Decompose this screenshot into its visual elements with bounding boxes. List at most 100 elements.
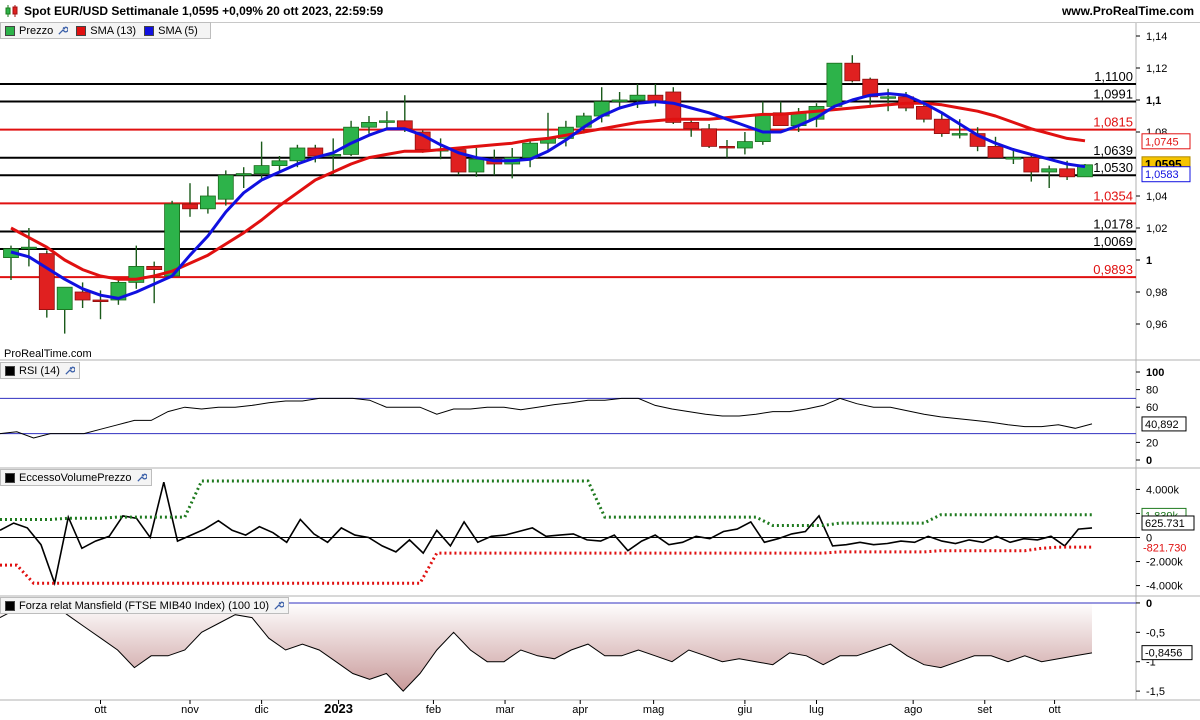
legend-swatch (144, 25, 155, 36)
chart-title: Spot EUR/USD Settimanale 1,0595 +0,09% 2… (24, 4, 384, 18)
legend-label: Prezzo (19, 24, 54, 37)
rsi-line (0, 397, 1093, 439)
legend-label: SMA (13) (90, 24, 137, 37)
y-tick-label: -0,5 (1146, 627, 1165, 639)
x-tick-label: set (977, 704, 992, 716)
x-tick-label: mag (643, 704, 664, 716)
level-label: 1,0069 (1093, 234, 1133, 249)
x-tick-label: dic (255, 704, 270, 716)
candle (128, 245, 145, 289)
level-label: 1,0178 (1093, 217, 1133, 232)
y-tick-label: 20 (1146, 437, 1158, 449)
candle-body (56, 286, 73, 311)
x-tick-label: 2023 (324, 701, 353, 716)
mansfield-badge-text: -0,8456 (1145, 648, 1182, 660)
candle (826, 62, 843, 108)
candle-body (1059, 168, 1075, 178)
candle-body (826, 62, 843, 107)
candle-body (199, 195, 216, 210)
price-badge-text: 1,0583 (1145, 169, 1179, 181)
candle-body (933, 118, 950, 134)
candle-body (611, 99, 628, 103)
y-tick-label: -4.000k (1146, 581, 1183, 593)
rsi-legend[interactable]: RSI (14) (0, 362, 80, 379)
candle-body (754, 114, 771, 143)
candle-body (737, 141, 753, 149)
y-tick-label: 80 (1146, 385, 1158, 397)
volume-legend[interactable]: EccessoVolumePrezzo (0, 469, 152, 486)
legend-item-sma5[interactable]: SMA (5) (144, 25, 198, 37)
candle (235, 167, 252, 188)
y-tick-label: 0 (1146, 455, 1152, 467)
wrench-icon[interactable] (136, 472, 147, 483)
candle (38, 250, 55, 318)
y-tick-label: 1,02 (1146, 223, 1167, 235)
legend-swatch (5, 365, 15, 376)
x-tick-label: ott (1048, 704, 1060, 716)
candle-body (164, 203, 181, 277)
x-tick-label: nov (181, 704, 199, 716)
wrench-icon[interactable] (64, 365, 75, 376)
candle (217, 170, 234, 206)
candle-body (880, 96, 896, 99)
candle-body (182, 203, 198, 210)
y-tick-label: 0,96 (1146, 319, 1167, 331)
x-tick-label: ago (904, 704, 922, 716)
legend-swatch (5, 25, 15, 36)
candle-body (361, 122, 377, 128)
upper-threshold-line (0, 479, 1092, 527)
candle (683, 119, 700, 137)
candle (522, 140, 538, 168)
candle-body (629, 94, 646, 101)
candle-body (378, 120, 395, 123)
candle (199, 186, 216, 214)
candle-body (74, 291, 91, 301)
mansfield-panel[interactable] (0, 601, 1136, 692)
candle (182, 183, 198, 217)
candle (1023, 154, 1040, 182)
y-tick-label: 0,98 (1146, 287, 1167, 299)
y-tick-label: 4.000k (1146, 484, 1180, 496)
mansfield-legend[interactable]: Forza relat Mansfield (FTSE MIB40 Index)… (0, 597, 290, 614)
level-label: 1,0991 (1093, 86, 1133, 101)
candle (540, 112, 556, 150)
price-legend[interactable]: Prezzo SMA (13) SMA (5) (0, 22, 211, 39)
candle-body (1041, 168, 1058, 173)
level-label: 1,0639 (1093, 143, 1133, 158)
candle (1041, 165, 1058, 188)
candle-body (951, 133, 968, 136)
candle (3, 245, 19, 280)
candle-body (38, 253, 55, 311)
legend-swatch (5, 472, 15, 483)
candle (343, 120, 360, 156)
x-tick-label: apr (572, 704, 588, 716)
x-tick-label: feb (426, 704, 441, 716)
legend-item-price[interactable]: Prezzo (5, 24, 69, 37)
level-label: 1,1100 (1094, 69, 1133, 84)
volume-excess-line (0, 482, 1093, 587)
x-tick-label: mar (496, 704, 515, 716)
candle (754, 101, 771, 145)
candle (844, 55, 861, 83)
mansfield-area (0, 601, 1092, 692)
candle (504, 148, 521, 179)
candle (110, 279, 127, 305)
volume-panel[interactable] (0, 479, 1136, 587)
legend-item-sma13[interactable]: SMA (13) (76, 25, 136, 37)
rsi-badge-text: 40,892 (1145, 419, 1179, 431)
candle-body (271, 160, 288, 167)
wrench-icon[interactable] (57, 25, 69, 36)
candle (719, 140, 735, 158)
candle-body (701, 128, 717, 147)
site-link[interactable]: www.ProRealTime.com (1062, 4, 1194, 18)
volume-badge-text: -821.730 (1143, 542, 1186, 554)
candle-body (235, 173, 252, 176)
candle-body (844, 62, 861, 82)
legend-label: Forza relat Mansfield (FTSE MIB40 Index)… (19, 599, 270, 612)
rsi-panel[interactable] (0, 397, 1136, 439)
candle (361, 116, 377, 134)
wrench-icon[interactable] (273, 600, 285, 611)
price-badge-text: 1,0745 (1145, 136, 1179, 148)
level-label: 1,0530 (1093, 160, 1133, 175)
price-panel[interactable]: 1,1100 1,0991 1,0815 1,0639 1,0530 1,0354 1,01… (0, 55, 1136, 334)
